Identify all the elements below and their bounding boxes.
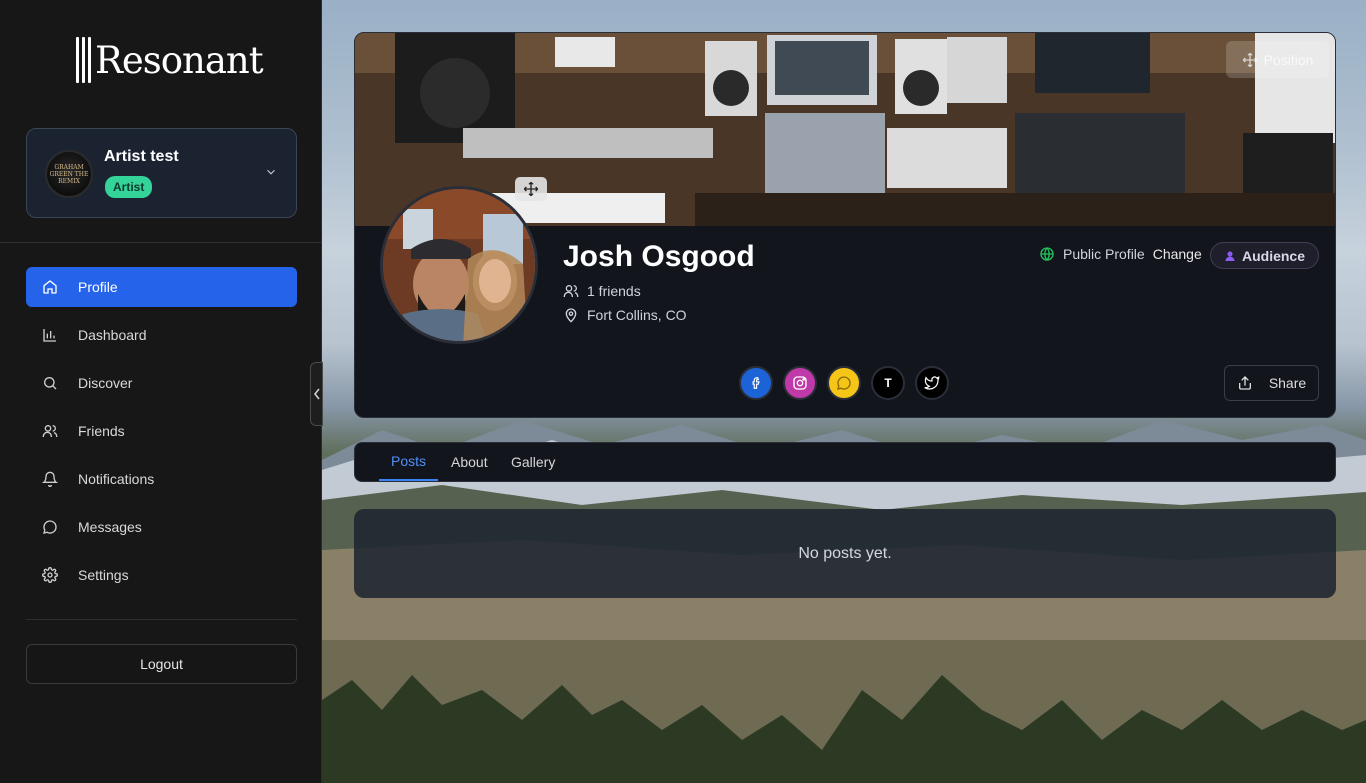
account-avatar: GRAHAM GREEN THE REMIX bbox=[45, 150, 93, 198]
sidebar-item-label: Discover bbox=[78, 375, 133, 391]
tab-posts[interactable]: Posts bbox=[379, 443, 439, 481]
empty-posts-text: No posts yet. bbox=[798, 544, 892, 562]
globe-icon bbox=[1040, 247, 1054, 261]
message-icon bbox=[43, 520, 57, 534]
sidebar-item-label: Notifications bbox=[78, 471, 155, 487]
tiktok-link[interactable]: T bbox=[871, 366, 905, 400]
bar-chart-icon bbox=[43, 329, 56, 342]
twitter-link[interactable] bbox=[915, 366, 949, 400]
app-name: Resonant bbox=[95, 38, 264, 82]
bell-icon bbox=[42, 471, 58, 487]
tiktok-icon: T bbox=[884, 376, 892, 390]
home-icon bbox=[43, 280, 57, 294]
profile-name: Josh Osgood bbox=[563, 240, 755, 273]
instagram-link[interactable] bbox=[783, 366, 817, 400]
chat-link[interactable] bbox=[827, 366, 861, 400]
tab-gallery[interactable]: Gallery bbox=[499, 443, 567, 481]
position-label: Position bbox=[1263, 51, 1314, 68]
sidebar-item-label: Friends bbox=[78, 423, 125, 439]
gear-icon bbox=[42, 567, 58, 583]
profile-tabs: Posts About Gallery bbox=[354, 442, 1336, 482]
sidebar-item-label: Dashboard bbox=[78, 327, 147, 343]
share-label: Share bbox=[1268, 375, 1307, 391]
friends-count[interactable]: 1 friends bbox=[563, 283, 641, 299]
chevron-down-icon[interactable] bbox=[264, 165, 278, 179]
friends-count-label: 1 friends bbox=[587, 283, 641, 299]
chevron-left-icon bbox=[313, 388, 320, 400]
app-logo[interactable]: Resonant bbox=[76, 36, 264, 84]
map-pin-icon bbox=[565, 308, 577, 323]
users-icon bbox=[563, 285, 579, 297]
sidebar-item-label: Settings bbox=[78, 567, 129, 583]
sidebar-item-friends[interactable]: Friends bbox=[26, 411, 297, 451]
profile-avatar[interactable] bbox=[380, 186, 538, 344]
posts-empty-state: No posts yet. bbox=[354, 509, 1336, 598]
user-icon bbox=[1225, 251, 1235, 261]
audience-button[interactable]: Audience bbox=[1210, 242, 1319, 269]
sidebar-nav: Profile Dashboard Discover Friends Notif… bbox=[26, 267, 297, 603]
tab-about[interactable]: About bbox=[439, 443, 500, 481]
location: Fort Collins, CO bbox=[563, 307, 687, 323]
social-links: T bbox=[739, 366, 949, 400]
sidebar: Resonant GRAHAM GREEN THE REMIX Artist t… bbox=[0, 0, 322, 783]
avatar-photo bbox=[383, 189, 535, 341]
sidebar-item-messages[interactable]: Messages bbox=[26, 507, 297, 547]
visibility-label: Public Profile bbox=[1063, 246, 1145, 262]
location-label: Fort Collins, CO bbox=[587, 307, 687, 323]
move-icon bbox=[523, 181, 539, 197]
sidebar-item-settings[interactable]: Settings bbox=[26, 555, 297, 595]
share-icon bbox=[1238, 376, 1251, 390]
sidebar-item-profile[interactable]: Profile bbox=[26, 267, 297, 307]
sidebar-item-discover[interactable]: Discover bbox=[26, 363, 297, 403]
logout-button[interactable]: Logout bbox=[26, 644, 297, 684]
instagram-icon bbox=[793, 376, 807, 390]
move-avatar-button[interactable] bbox=[515, 177, 547, 201]
divider bbox=[0, 242, 322, 243]
facebook-icon bbox=[752, 377, 760, 389]
logo-mark-icon bbox=[76, 36, 91, 84]
move-icon bbox=[1242, 52, 1257, 67]
search-icon bbox=[44, 377, 57, 390]
sidebar-collapse-button[interactable] bbox=[310, 362, 323, 426]
sidebar-item-dashboard[interactable]: Dashboard bbox=[26, 315, 297, 355]
users-icon bbox=[42, 425, 58, 437]
facebook-link[interactable] bbox=[739, 366, 773, 400]
reposition-banner-button[interactable]: Position bbox=[1226, 41, 1329, 78]
banner-image bbox=[355, 33, 1335, 226]
audience-label: Audience bbox=[1241, 247, 1305, 264]
change-visibility-link[interactable]: Change bbox=[1153, 246, 1202, 262]
account-avatar-text: GRAHAM GREEN THE REMIX bbox=[49, 163, 89, 185]
account-name: Artist test bbox=[104, 148, 179, 165]
account-switcher[interactable]: GRAHAM GREEN THE REMIX Artist test Artis… bbox=[26, 128, 297, 218]
twitter-icon bbox=[924, 375, 940, 390]
chat-bubble-icon bbox=[837, 376, 851, 390]
profile-visibility: Public Profile Change bbox=[1039, 246, 1202, 262]
sidebar-item-notifications[interactable]: Notifications bbox=[26, 459, 297, 499]
share-button[interactable]: Share bbox=[1224, 365, 1319, 401]
profile-banner: Position bbox=[355, 33, 1335, 226]
account-role-badge: Artist bbox=[105, 176, 153, 198]
background-trees bbox=[322, 640, 1366, 783]
sidebar-item-label: Messages bbox=[78, 519, 142, 535]
divider bbox=[26, 619, 297, 620]
sidebar-item-label: Profile bbox=[78, 279, 118, 295]
